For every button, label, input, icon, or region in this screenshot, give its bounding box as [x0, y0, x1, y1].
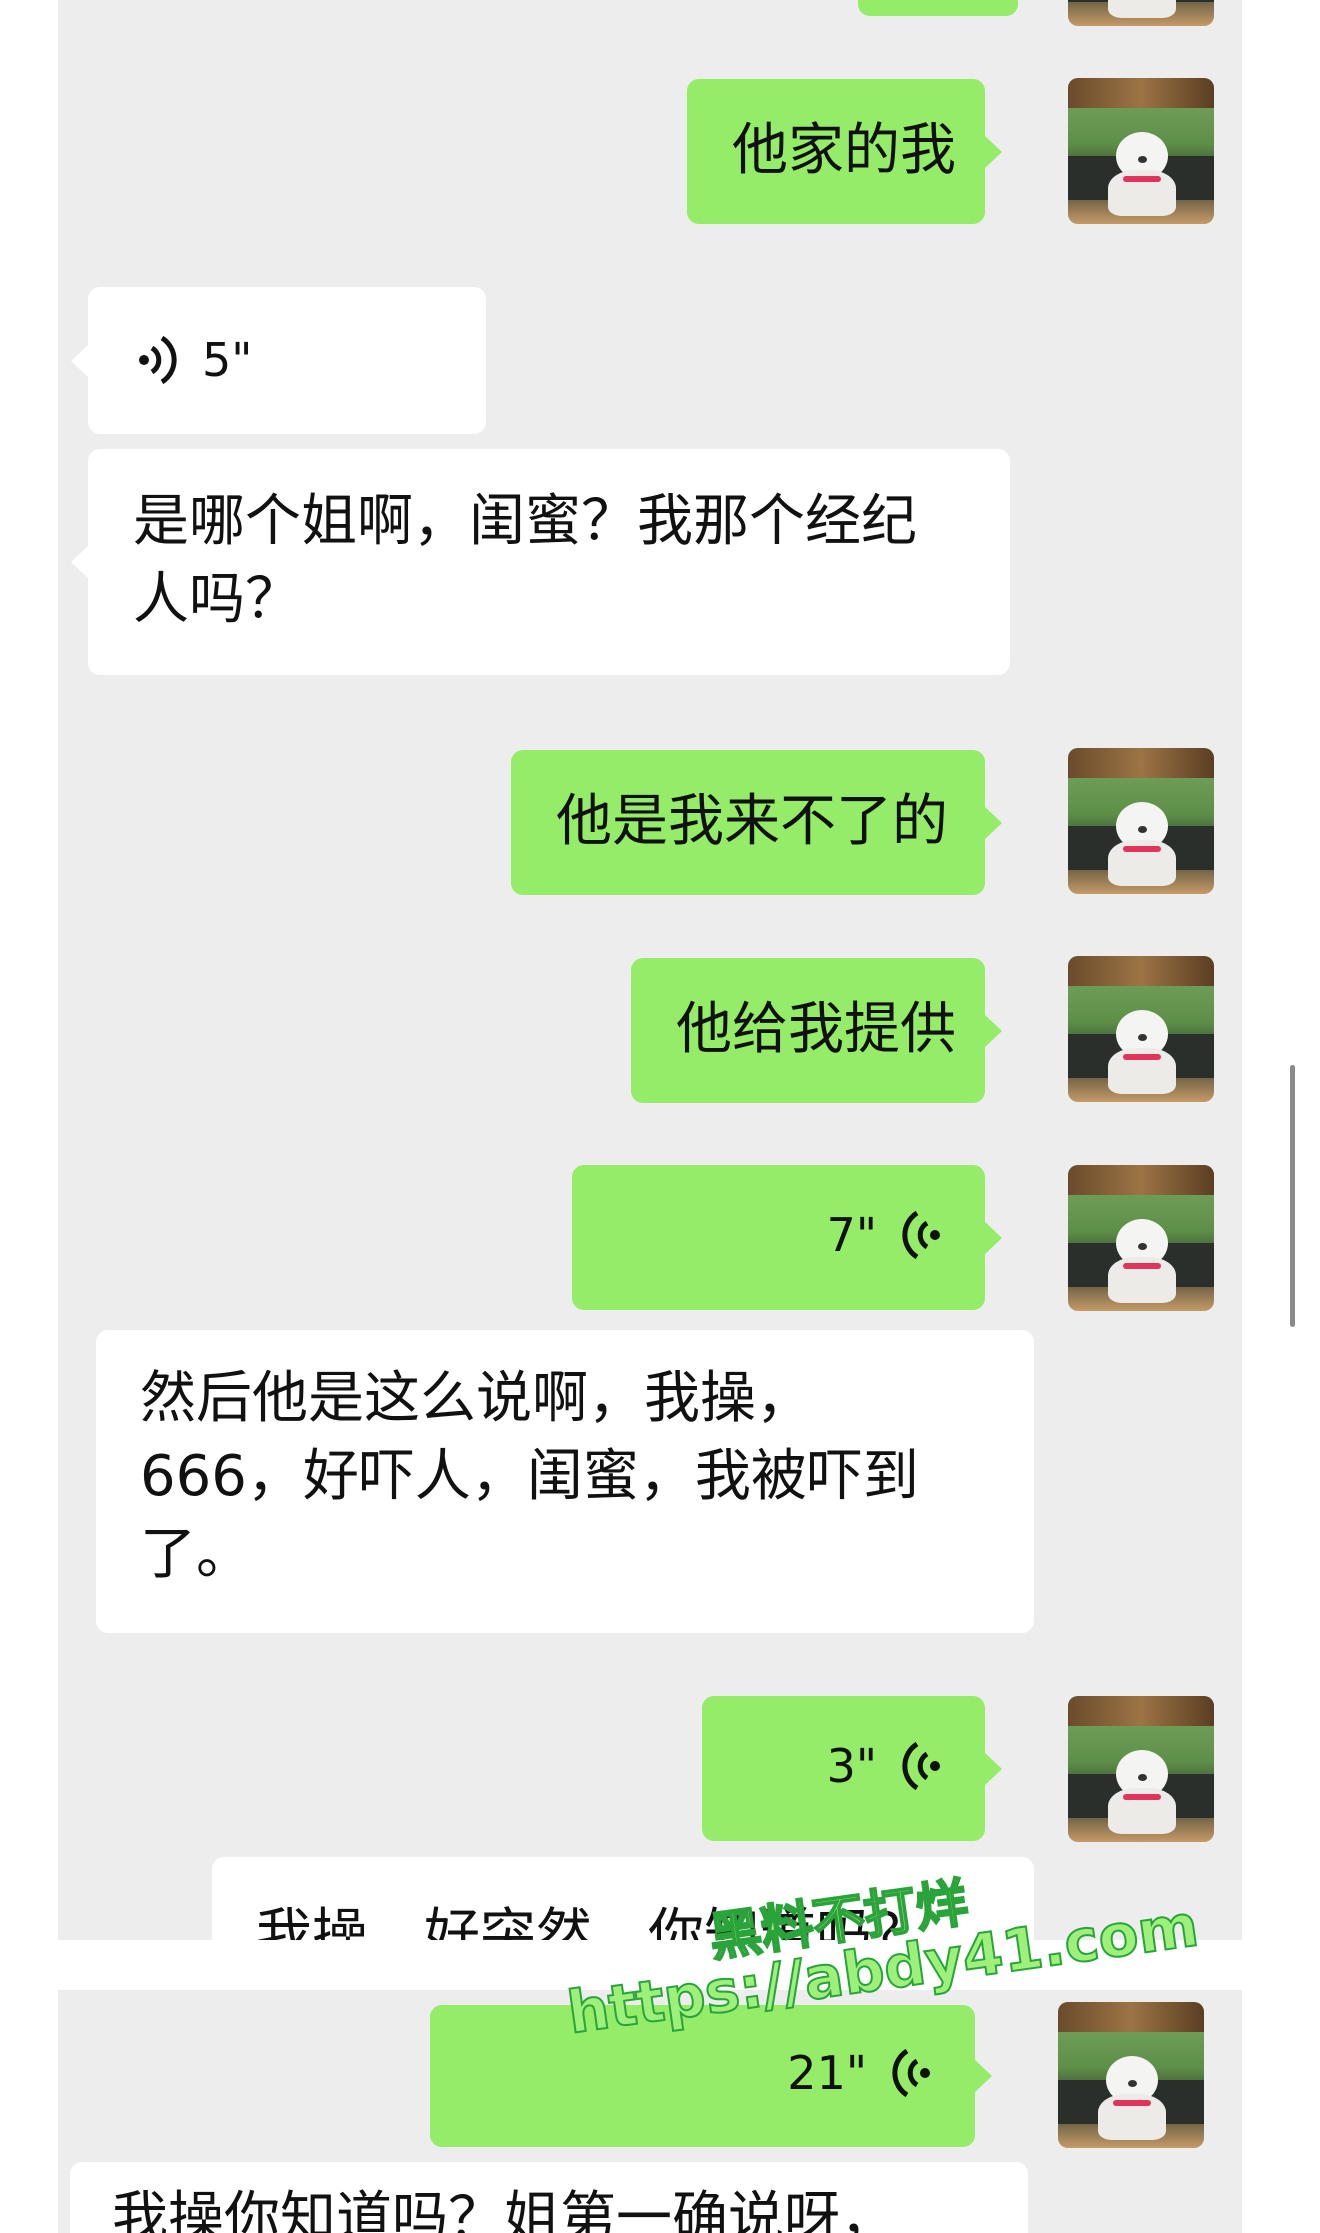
- chat-panel: 他家的我 5" 是哪个姐啊，闺蜜？我那个经纪 人吗？ 他是我来不了的 他给我提供…: [58, 0, 1242, 1940]
- avatar[interactable]: [1068, 1696, 1214, 1842]
- message-text: 是哪个姐啊，闺蜜？我那个经纪 人吗？: [133, 489, 917, 632]
- avatar[interactable]: [1058, 2002, 1204, 2148]
- sent-voice-bubble[interactable]: 7": [572, 1165, 1002, 1310]
- voice-duration: 7": [826, 1208, 877, 1262]
- received-message-bubble[interactable]: 是哪个姐啊，闺蜜？我那个经纪 人吗？: [71, 449, 1010, 675]
- message-text: 然后他是这么说啊，我操， 666，好吓人，闺蜜，我被吓到 了。: [140, 1366, 919, 1587]
- received-message-bubble[interactable]: 然后他是这么说啊，我操， 666，好吓人，闺蜜，我被吓到 了。: [96, 1330, 1034, 1633]
- message-text: 他是我来不了的: [556, 789, 948, 854]
- message-text: 他给我提供: [676, 997, 956, 1062]
- avatar[interactable]: [1068, 0, 1214, 26]
- message-text: 他家的我: [732, 118, 956, 183]
- voice-duration: 5": [202, 333, 253, 387]
- voice-duration: 3": [826, 1739, 877, 1793]
- voice-message: 7": [827, 1207, 943, 1263]
- scrollbar[interactable]: [1290, 1065, 1295, 1327]
- sent-message-bubble[interactable]: 他给我提供: [631, 958, 1002, 1103]
- voice-wave-icon: [139, 335, 177, 385]
- received-message-bubble[interactable]: 我操你知道吗？姐第一确说呀，: [70, 2162, 1028, 2233]
- voice-wave-icon: [902, 1741, 940, 1791]
- voice-duration: 21": [787, 2046, 867, 2100]
- sent-voice-bubble[interactable]: 3": [702, 1696, 1002, 1841]
- message-text: 我操你知道吗？姐第一确说呀，: [112, 2186, 896, 2233]
- message-bubble-partial[interactable]: [858, 0, 1018, 16]
- voice-message: 5": [136, 332, 252, 388]
- voice-wave-icon: [892, 2048, 930, 2098]
- voice-wave-icon: [902, 1210, 940, 1260]
- sent-message-bubble[interactable]: 他家的我: [687, 79, 1002, 224]
- avatar[interactable]: [1068, 1165, 1214, 1311]
- voice-message: 21": [787, 2045, 933, 2101]
- sent-message-bubble[interactable]: 他是我来不了的: [511, 750, 1002, 895]
- received-voice-bubble[interactable]: 5": [71, 287, 486, 434]
- avatar[interactable]: [1068, 956, 1214, 1102]
- avatar[interactable]: [1068, 748, 1214, 894]
- avatar[interactable]: [1068, 78, 1214, 224]
- voice-message: 3": [827, 1738, 943, 1794]
